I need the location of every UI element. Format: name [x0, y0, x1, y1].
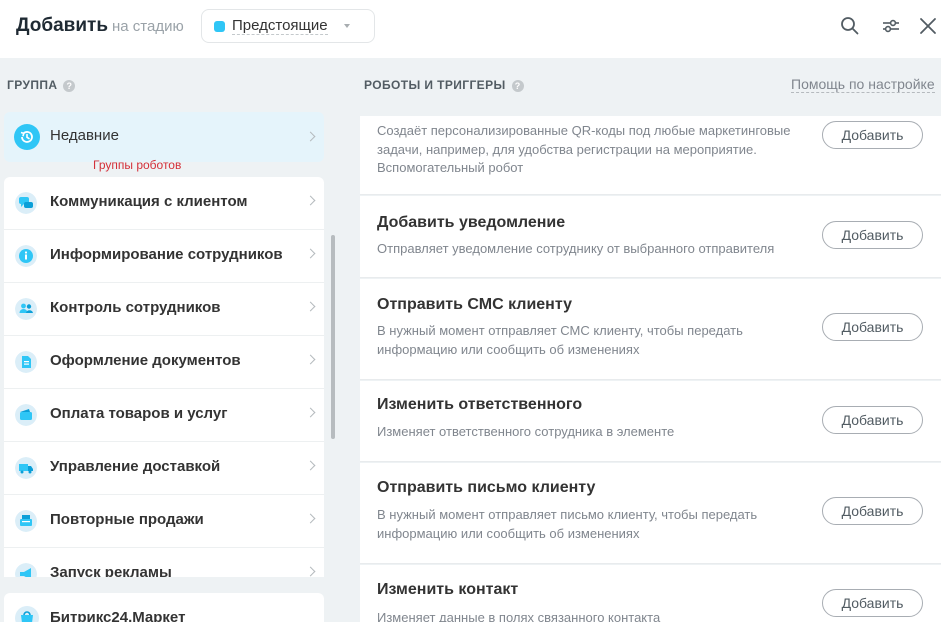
- groups-tooltip: Группы роботов: [93, 158, 182, 172]
- group-market[interactable]: Битрикс24.Маркет: [4, 593, 324, 622]
- settings-sliders-icon[interactable]: [881, 16, 901, 36]
- people-icon: [15, 298, 37, 320]
- robot-title: Добавить уведомление: [377, 214, 566, 231]
- chevron-right-icon: [305, 131, 316, 142]
- close-icon[interactable]: [918, 16, 938, 36]
- history-icon: [14, 124, 40, 150]
- page-title: Добавить: [16, 15, 109, 36]
- group-recent-label: Недавние: [50, 127, 119, 144]
- group-list: Коммуникация с клиентом Информирование с…: [4, 177, 324, 577]
- robot-card-responsible: Изменить ответственного Изменяет ответст…: [360, 381, 941, 462]
- add-robot-button[interactable]: Добавить: [822, 313, 923, 341]
- robot-title: Изменить контакт: [377, 581, 519, 598]
- chevron-right-icon: [305, 354, 316, 365]
- group-list-scrollbar[interactable]: [331, 235, 335, 439]
- robot-description: Отправляет уведомление сотруднику от выб…: [377, 241, 775, 256]
- robots-heading: РОБОТЫ И ТРИГГЕРЫ?: [364, 78, 524, 92]
- robot-description: Изменяет ответственного сотрудника в эле…: [377, 424, 675, 439]
- robots-heading-text: РОБОТЫ И ТРИГГЕРЫ: [364, 78, 506, 92]
- robot-description: В нужный момент отправляет СМС клиенту, …: [377, 323, 743, 357]
- group-item-communication[interactable]: Коммуникация с клиентом: [4, 177, 324, 230]
- cash-register-icon: [15, 510, 37, 532]
- add-robot-button[interactable]: Добавить: [822, 406, 923, 434]
- robot-title: Изменить ответственного: [377, 396, 583, 413]
- chevron-right-icon: [305, 513, 316, 524]
- groups-heading: ГРУППА?: [7, 78, 76, 92]
- robot-title: Отправить письмо клиенту: [377, 479, 596, 496]
- group-item-label: Оплата товаров и услуг: [50, 405, 228, 422]
- robots-panel: РОБОТЫ И ТРИГГЕРЫ? Помощь по настройке С…: [345, 58, 941, 622]
- market-icon: [15, 606, 39, 622]
- chevron-right-icon: [305, 248, 316, 259]
- add-robot-button[interactable]: Добавить: [822, 589, 923, 617]
- help-icon[interactable]: ?: [63, 80, 76, 92]
- group-item-documents[interactable]: Оформление документов: [4, 336, 324, 389]
- group-item-payment[interactable]: Оплата товаров и услуг: [4, 389, 324, 442]
- chevron-right-icon: [305, 301, 316, 312]
- group-item-label: Управление доставкой: [50, 458, 221, 475]
- robot-card-sms: Отправить СМС клиенту В нужный момент от…: [360, 279, 941, 380]
- slider-header: Добавить на стадию Предстоящие: [0, 0, 941, 56]
- group-item-label: Коммуникация с клиентом: [50, 193, 248, 210]
- group-item-label: Оформление документов: [50, 352, 241, 369]
- robot-card-email: Отправить письмо клиенту В нужный момент…: [360, 463, 941, 564]
- groups-panel: ГРУППА? Недавние Группы роботов Коммуник…: [0, 58, 345, 622]
- help-icon[interactable]: ?: [511, 80, 524, 92]
- group-recent[interactable]: Недавние: [4, 112, 324, 162]
- stage-selector[interactable]: Предстоящие: [201, 9, 375, 43]
- chevron-right-icon: [305, 407, 316, 418]
- truck-icon: [15, 457, 37, 479]
- group-item-delivery[interactable]: Управление доставкой: [4, 442, 324, 495]
- wallet-icon: [15, 404, 37, 426]
- stage-color-dot: [214, 21, 225, 32]
- robot-description: Создаёт персонализированные QR-коды под …: [377, 123, 791, 175]
- group-item-label: Информирование сотрудников: [50, 246, 283, 263]
- stage-label: Предстоящие: [232, 17, 328, 35]
- robots-list: Создаёт персонализированные QR-коды под …: [360, 116, 941, 622]
- group-item-label: Запуск рекламы: [50, 564, 172, 577]
- setup-help-link[interactable]: Помощь по настройке: [791, 76, 935, 93]
- robot-title: Отправить СМС клиенту: [377, 296, 572, 313]
- add-robot-button[interactable]: Добавить: [822, 221, 923, 249]
- search-icon[interactable]: [840, 16, 860, 36]
- chevron-right-icon: [305, 195, 316, 206]
- robot-card-notification: Добавить уведомление Отправляет уведомле…: [360, 196, 941, 278]
- robot-card-contact: Изменить контакт Изменяет данные в полях…: [360, 565, 941, 622]
- document-icon: [15, 351, 37, 373]
- robot-card-qr: Создаёт персонализированные QR-коды под …: [360, 116, 941, 195]
- robot-description: Изменяет данные в полях связанного конта…: [377, 610, 661, 622]
- chevron-right-icon: [305, 460, 316, 471]
- group-item-label: Контроль сотрудников: [50, 299, 221, 316]
- info-icon: [15, 245, 37, 267]
- groups-heading-text: ГРУППА: [7, 78, 58, 92]
- group-item-label: Повторные продажи: [50, 511, 204, 528]
- group-market-label: Битрикс24.Маркет: [50, 609, 186, 622]
- stage-prefix: на стадию: [112, 18, 184, 35]
- chevron-right-icon: [305, 566, 316, 577]
- group-item-ads[interactable]: Запуск рекламы: [4, 548, 324, 577]
- megaphone-icon: [15, 563, 37, 577]
- robot-description: В нужный момент отправляет письмо клиент…: [377, 507, 758, 541]
- chat-icon: [15, 192, 37, 214]
- group-item-informing[interactable]: Информирование сотрудников: [4, 230, 324, 283]
- chevron-down-icon: [344, 24, 350, 28]
- group-item-repeat-sales[interactable]: Повторные продажи: [4, 495, 324, 548]
- add-robot-button[interactable]: Добавить: [822, 121, 923, 149]
- add-robot-button[interactable]: Добавить: [822, 497, 923, 525]
- group-item-control[interactable]: Контроль сотрудников: [4, 283, 324, 336]
